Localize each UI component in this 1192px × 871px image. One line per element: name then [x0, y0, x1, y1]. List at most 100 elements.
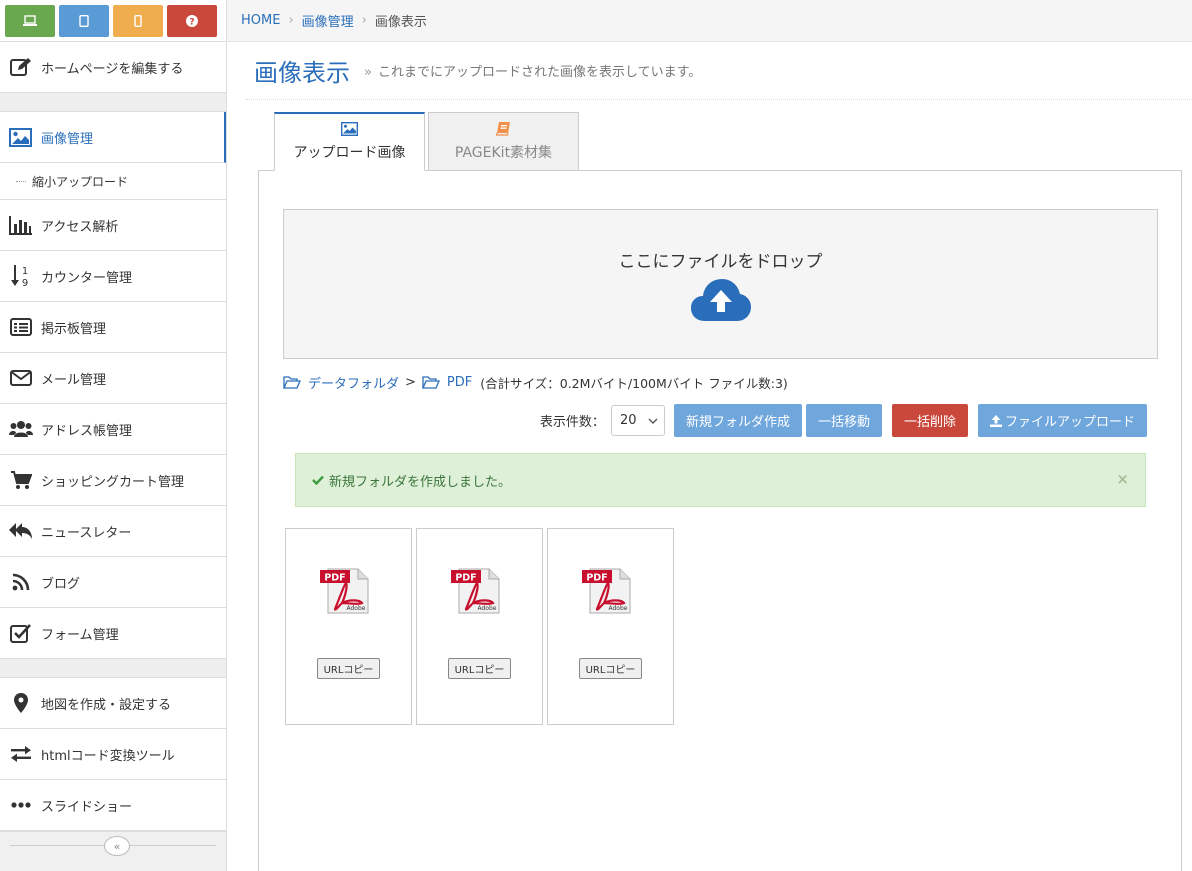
folder-size-info: (合計サイズ：0.2Mバイト/100Mバイト ファイル数:3): [480, 376, 788, 391]
svg-text:9: 9: [21, 278, 27, 288]
dropzone-text: ここにファイルをドロップ: [618, 252, 823, 272]
sidebar-item-address-book[interactable]: アドレス帳管理: [0, 404, 226, 455]
pdf-brand-text: Adobe: [478, 605, 497, 612]
per-page-value: 20: [619, 413, 637, 428]
cloud-upload-icon: [690, 279, 751, 321]
page-subtitle: » これまでにアップロードされた画像を表示しています。: [364, 61, 701, 80]
file-toolbar: 表示件数： 20 新規フォルダ作成 一括移動 一括削除 ファイルアップロード: [540, 404, 1147, 437]
sidebar-divider: [0, 659, 226, 678]
reply-all-icon: [8, 519, 33, 544]
file-card[interactable]: Adobe PDF URLコピー: [547, 528, 674, 725]
file-dropzone[interactable]: ここにファイルをドロップ: [283, 209, 1158, 359]
path-separator: >: [405, 375, 416, 390]
bulk-delete-button[interactable]: 一括削除: [891, 404, 968, 437]
sidebar-item-label: カウンター管理: [41, 270, 133, 286]
sidebar-item-newsletter[interactable]: ニュースレター: [0, 506, 226, 557]
question-icon: ?: [186, 15, 198, 27]
sidebar-item-label: ブログ: [41, 576, 81, 592]
bulk-move-button[interactable]: 一括移動: [805, 404, 882, 437]
file-upload-label: ファイルアップロード: [1004, 415, 1135, 430]
new-folder-button[interactable]: 新規フォルダ作成: [673, 404, 802, 437]
sidebar-divider: [0, 93, 226, 112]
folder-open-icon: [283, 376, 301, 389]
sidebar-item-label: ホームページを編集する: [41, 61, 184, 77]
tab-pagekit-materials[interactable]: PAGEKit素材集: [428, 112, 579, 171]
sidebar-item-edit-home[interactable]: ホームページを編集する: [0, 42, 226, 93]
sidebar-item-label: 画像管理: [41, 131, 94, 147]
sidebar-item-shopping-cart[interactable]: ショッピングカート管理: [0, 455, 226, 506]
check-icon: [312, 475, 324, 485]
folder-path: データフォルダ > PDF (合計サイズ：0.2Mバイト/100Mバイト ファイ…: [283, 373, 788, 392]
sidebar-item-label: htmlコード変換ツール: [41, 748, 175, 764]
url-copy-button[interactable]: URLコピー: [448, 658, 511, 679]
sidebar-item-mail[interactable]: メール管理: [0, 353, 226, 404]
chevron-right-icon: ›: [361, 13, 367, 28]
file-upload-button[interactable]: ファイルアップロード: [977, 404, 1147, 437]
sidebar-item-label: ニュースレター: [41, 525, 132, 541]
url-copy-button[interactable]: URLコピー: [579, 658, 642, 679]
sidebar-item-html-convert[interactable]: htmlコード変換ツール: [0, 729, 226, 780]
breadcrumb-home-link[interactable]: HOME: [241, 13, 280, 28]
sort-numeric-icon: 19: [8, 264, 33, 289]
sidebar-item-blog[interactable]: ブログ: [0, 557, 226, 608]
sidebar-subitem-shrink-upload[interactable]: 縮小アップロード: [0, 163, 226, 200]
picture-icon: [341, 122, 358, 136]
sidebar-item-label: フォーム管理: [41, 627, 119, 643]
mobile-icon: [134, 15, 142, 27]
sidebar-item-map[interactable]: 地図を作成・設定する: [0, 678, 226, 729]
raquo-icon: »: [364, 65, 372, 80]
pdf-badge-text: PDF: [324, 573, 345, 584]
sidebar-item-form[interactable]: フォーム管理: [0, 608, 226, 659]
desktop-view-button[interactable]: [5, 5, 55, 37]
tab-bar: アップロード画像 PAGEKit素材集: [274, 112, 582, 171]
sidebar-item-counter[interactable]: 19 カウンター管理: [0, 251, 226, 302]
tablet-icon: [79, 15, 89, 27]
per-page-select[interactable]: 20: [610, 405, 665, 436]
file-card[interactable]: Adobe PDF URLコピー: [416, 528, 543, 725]
help-button[interactable]: ?: [167, 5, 217, 37]
alert-close-button[interactable]: ×: [1116, 470, 1129, 488]
edit-icon: [8, 55, 33, 80]
sidebar-item-label: アドレス帳管理: [41, 423, 133, 439]
tab-label: アップロード画像: [293, 145, 406, 161]
sidebar-item-image-manage[interactable]: 画像管理: [0, 112, 226, 163]
folder-pdf-link[interactable]: PDF: [447, 375, 472, 390]
sidebar-item-label: 掲示板管理: [41, 321, 107, 337]
mobile-view-button[interactable]: [113, 5, 163, 37]
url-copy-button[interactable]: URLコピー: [317, 658, 380, 679]
list-alt-icon: [8, 315, 33, 340]
sidebar-item-access-analysis[interactable]: アクセス解析: [0, 200, 226, 251]
page-title: 画像表示: [254, 59, 350, 87]
tablet-view-button[interactable]: [59, 5, 109, 37]
sidebar-item-label: 地図を作成・設定する: [41, 697, 172, 713]
folder-open-icon: [421, 376, 440, 389]
bar-chart-icon: [8, 213, 33, 238]
sidebar-item-label: スライドショー: [41, 799, 133, 815]
pdf-brand-text: Adobe: [609, 605, 628, 612]
users-icon: [8, 417, 33, 442]
chevron-right-icon: ›: [288, 13, 294, 28]
image-icon: [8, 125, 33, 150]
view-switcher: ?: [0, 0, 226, 42]
sidebar-collapse-button[interactable]: «: [104, 836, 130, 856]
sidebar-item-slideshow[interactable]: スライドショー: [0, 780, 226, 831]
folder-root-link[interactable]: データフォルダ: [308, 373, 399, 392]
sidebar-subitem-label: 縮小アップロード: [32, 174, 129, 189]
file-card[interactable]: Adobe PDF URLコピー: [285, 528, 412, 725]
sidebar-collapse-bar: «: [0, 831, 226, 871]
pdf-badge-text: PDF: [455, 573, 476, 584]
success-alert: 新規フォルダを作成しました。 ×: [295, 453, 1146, 507]
sidebar-item-bbs[interactable]: 掲示板管理: [0, 302, 226, 353]
sidebar: ? ホームページを編集する 画像管理 縮小アップロード アクセス解析 19 カウ…: [0, 0, 227, 871]
tree-connector: [16, 180, 26, 182]
breadcrumb-image-manage-link[interactable]: 画像管理: [302, 11, 354, 30]
check-square-icon: [8, 621, 33, 646]
sidebar-item-label: ショッピングカート管理: [41, 474, 185, 490]
tab-uploaded-images[interactable]: アップロード画像: [274, 112, 425, 171]
chevron-down-icon: [648, 418, 658, 424]
tab-label: PAGEKit素材集: [454, 144, 553, 161]
pdf-file-icon: Adobe PDF: [320, 568, 369, 614]
page-header: 画像表示 » これまでにアップロードされた画像を表示しています。: [246, 42, 1192, 100]
ellipsis-icon: [8, 793, 33, 818]
tab-panel: ここにファイルをドロップ データフォルダ > PDF (合計サイズ：0.2Mバイ…: [258, 170, 1182, 871]
